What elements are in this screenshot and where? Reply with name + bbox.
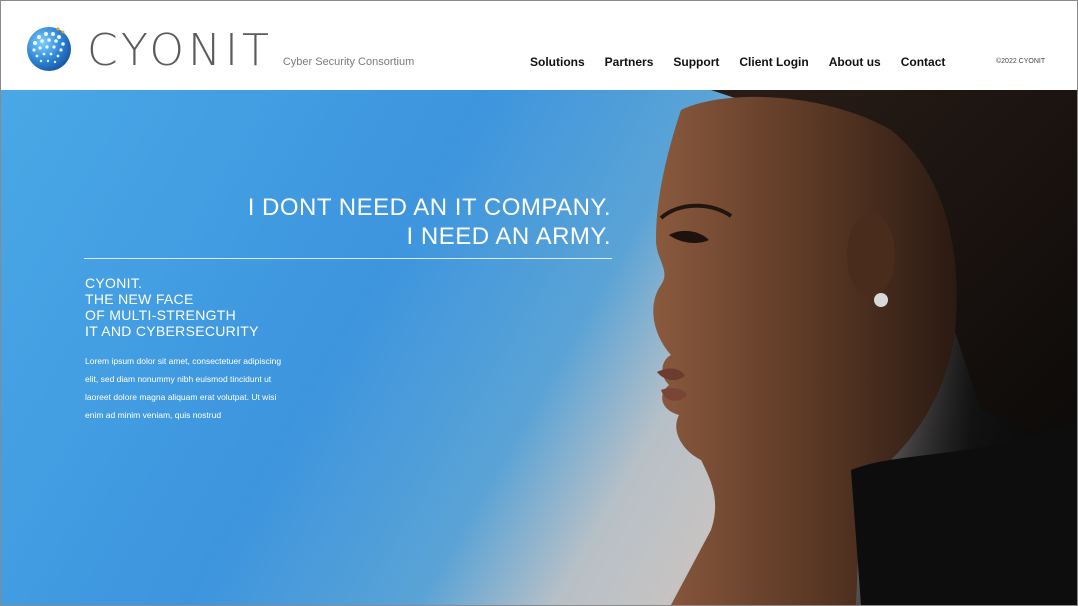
nav-about-us[interactable]: About us [829,55,881,69]
nav-support[interactable]: Support [673,55,719,69]
main-nav: Solutions Partners Support Client Login … [530,55,965,69]
subhead-line-4: IT AND CYBERSECURITY [85,323,259,339]
nav-solutions[interactable]: Solutions [530,55,585,69]
globe-logo-icon [27,27,71,71]
copyright-text: ©2022 CYONIT [996,58,1046,65]
hero-body-text: Lorem ipsum dolor sit amet, consectetuer… [85,356,282,420]
site-header: CYONIT Cyber Security Consortium Solutio… [1,1,1077,90]
brand-name: CYONIT [87,25,273,76]
subhead-line-2: THE NEW FACE [85,291,194,307]
brand-tagline: Cyber Security Consortium [282,56,415,68]
page-frame: CYONIT Cyber Security Consortium Solutio… [0,0,1078,606]
headline-line-2: I NEED AN ARMY. [406,223,611,250]
nav-partners[interactable]: Partners [605,55,654,69]
subhead-line-3: OF MULTI-STRENGTH [85,307,237,323]
subhead-line-1: CYONIT. [85,275,143,291]
logo[interactable]: CYONIT Cyber Security Consortium [25,25,414,73]
hero-headline: I DONT NEED AN IT COMPANY. I NEED AN ARM… [248,193,611,251]
headline-divider [84,258,612,259]
nav-client-login[interactable]: Client Login [739,55,808,69]
headline-line-1: I DONT NEED AN IT COMPANY. [247,194,611,221]
nav-contact[interactable]: Contact [901,55,946,69]
hero-section: I DONT NEED AN IT COMPANY. I NEED AN ARM… [1,90,1077,605]
woman-profile-portrait [653,90,1077,605]
hero-subhead: CYONIT. THE NEW FACE OF MULTI-STRENGTH I… [85,275,259,339]
